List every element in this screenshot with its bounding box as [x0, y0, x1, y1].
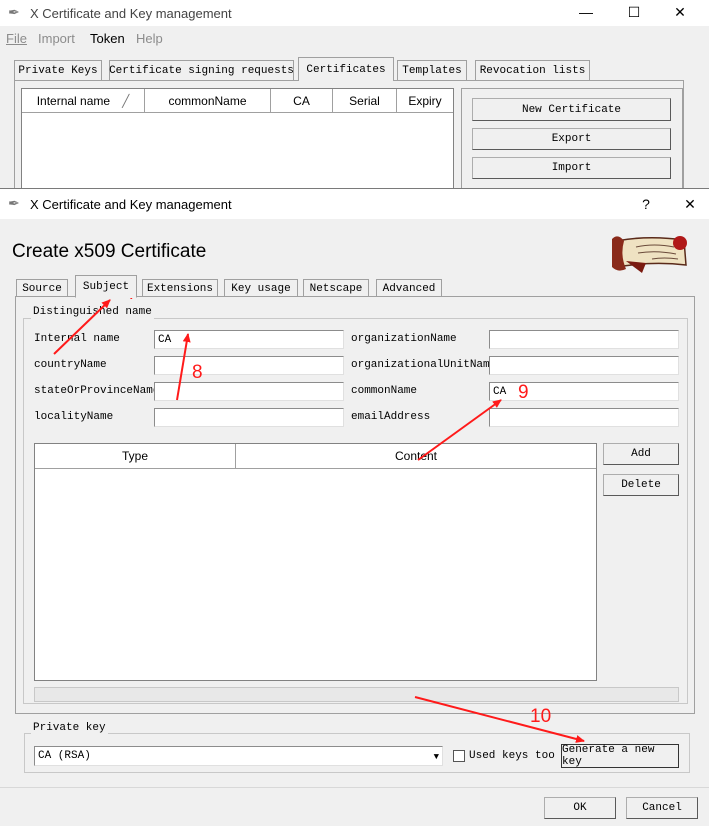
- tab-subject[interactable]: Subject: [75, 275, 137, 298]
- arrow-8: [176, 333, 191, 401]
- tab-certificates[interactable]: Certificates: [298, 57, 394, 81]
- annotation-arrows: [53, 299, 585, 743]
- arrow-7: [53, 299, 111, 355]
- arrow-9: [417, 399, 502, 461]
- arrow-10: [414, 696, 585, 743]
- annotation-10: 10: [530, 706, 552, 727]
- annotation-9: 9: [518, 382, 529, 403]
- annotation-8: 8: [192, 362, 203, 383]
